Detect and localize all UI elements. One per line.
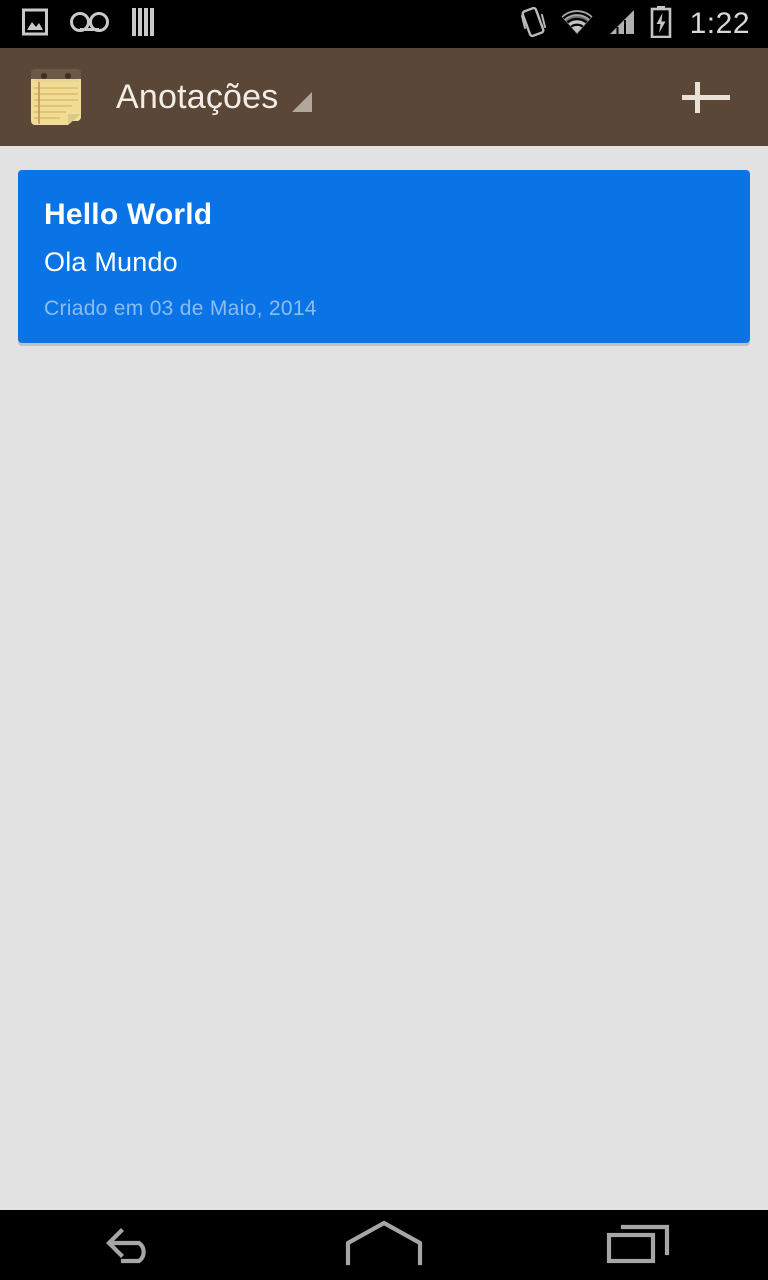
status-bar: 1:22 [0, 0, 768, 48]
status-bar-right-icons: 1:22 [520, 5, 768, 43]
vibrate-phone-icon [520, 6, 546, 43]
recent-apps-icon [605, 1219, 675, 1272]
nav-recents-button[interactable] [585, 1210, 695, 1280]
image-icon [22, 7, 48, 42]
voicemail-icon [70, 11, 110, 38]
notepad-icon[interactable] [28, 67, 84, 127]
plus-icon-horizontal [682, 95, 730, 100]
note-card[interactable]: Hello World Ola Mundo Criado em 03 de Ma… [18, 170, 750, 343]
status-bar-clock: 1:22 [689, 7, 750, 40]
note-body: Ola Mundo [44, 246, 178, 277]
wifi-icon [560, 9, 594, 40]
android-screen: 1:22 Anotações Hello World Ola Mundo Cri… [0, 0, 768, 1280]
action-bar: Anotações [0, 48, 768, 146]
add-note-button[interactable] [674, 65, 738, 129]
note-date: Criado em 03 de Maio, 2014 [44, 296, 317, 320]
nav-back-button[interactable] [73, 1210, 183, 1280]
title-block[interactable]: Anotações [116, 78, 313, 116]
home-icon [344, 1219, 424, 1272]
notes-list: Hello World Ola Mundo Criado em 03 de Ma… [0, 146, 768, 1210]
bars-icon [132, 7, 156, 41]
battery-charging-icon [650, 5, 672, 43]
nav-home-button[interactable] [329, 1210, 439, 1280]
page-title: Anotações [116, 78, 279, 116]
back-arrow-icon [97, 1221, 159, 1270]
navigation-bar [0, 1210, 768, 1280]
plus-icon-vertical [695, 82, 700, 113]
cellular-signal-icon [608, 9, 636, 40]
dropdown-caret-icon[interactable] [292, 92, 313, 112]
status-bar-left-icons [0, 7, 156, 42]
note-title: Hello World [44, 198, 213, 231]
